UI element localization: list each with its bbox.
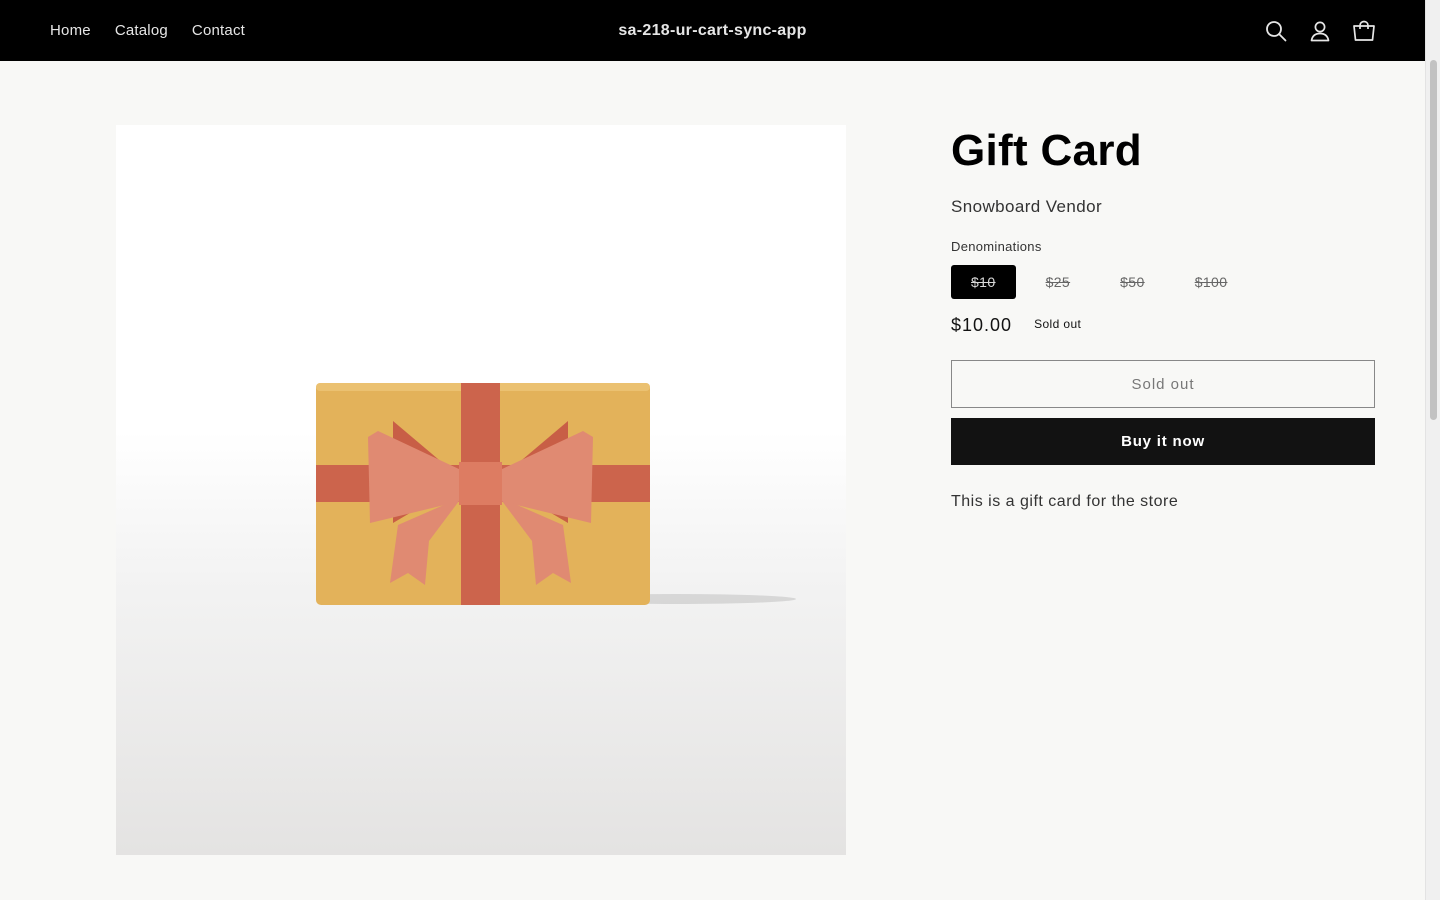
header-icons [1263,0,1377,61]
account-icon[interactable] [1307,18,1333,44]
search-icon[interactable] [1263,18,1289,44]
denominations-label: Denominations [951,239,1042,254]
sold-out-button[interactable]: Sold out [951,360,1375,408]
denomination-option-50[interactable]: $50 [1100,265,1165,299]
denomination-options: $10 $25 $50 $100 [951,265,1375,299]
scrollbar-thumb[interactable] [1430,60,1437,420]
product-title: Gift Card [951,126,1142,175]
denomination-option-25[interactable]: $25 [1026,265,1091,299]
denomination-option-10[interactable]: $10 [951,265,1016,299]
site-header: Home Catalog Contact sa-218-ur-cart-sync… [0,0,1425,61]
gift-card-illustration [316,383,796,605]
product-image[interactable] [116,125,846,855]
nav-contact-link[interactable]: Contact [192,22,245,39]
nav-home-link[interactable]: Home [50,22,91,39]
product-price: $10.00 [951,315,1013,335]
product-info: Gift Card Snowboard Vendor Denominations… [951,125,1375,511]
main-nav: Home Catalog Contact [50,0,269,61]
buy-it-now-button[interactable]: Buy it now [951,418,1375,465]
sold-out-badge: Sold out [1034,316,1082,331]
price-row: $10.00 Sold out [951,315,1375,336]
page-scrollbar[interactable] [1425,0,1440,900]
product-description: This is a gift card for the store [951,493,1179,510]
denomination-option-100[interactable]: $100 [1175,265,1248,299]
product-vendor: Snowboard Vendor [951,197,1103,216]
cart-icon[interactable] [1351,18,1377,44]
nav-catalog-link[interactable]: Catalog [115,22,168,39]
